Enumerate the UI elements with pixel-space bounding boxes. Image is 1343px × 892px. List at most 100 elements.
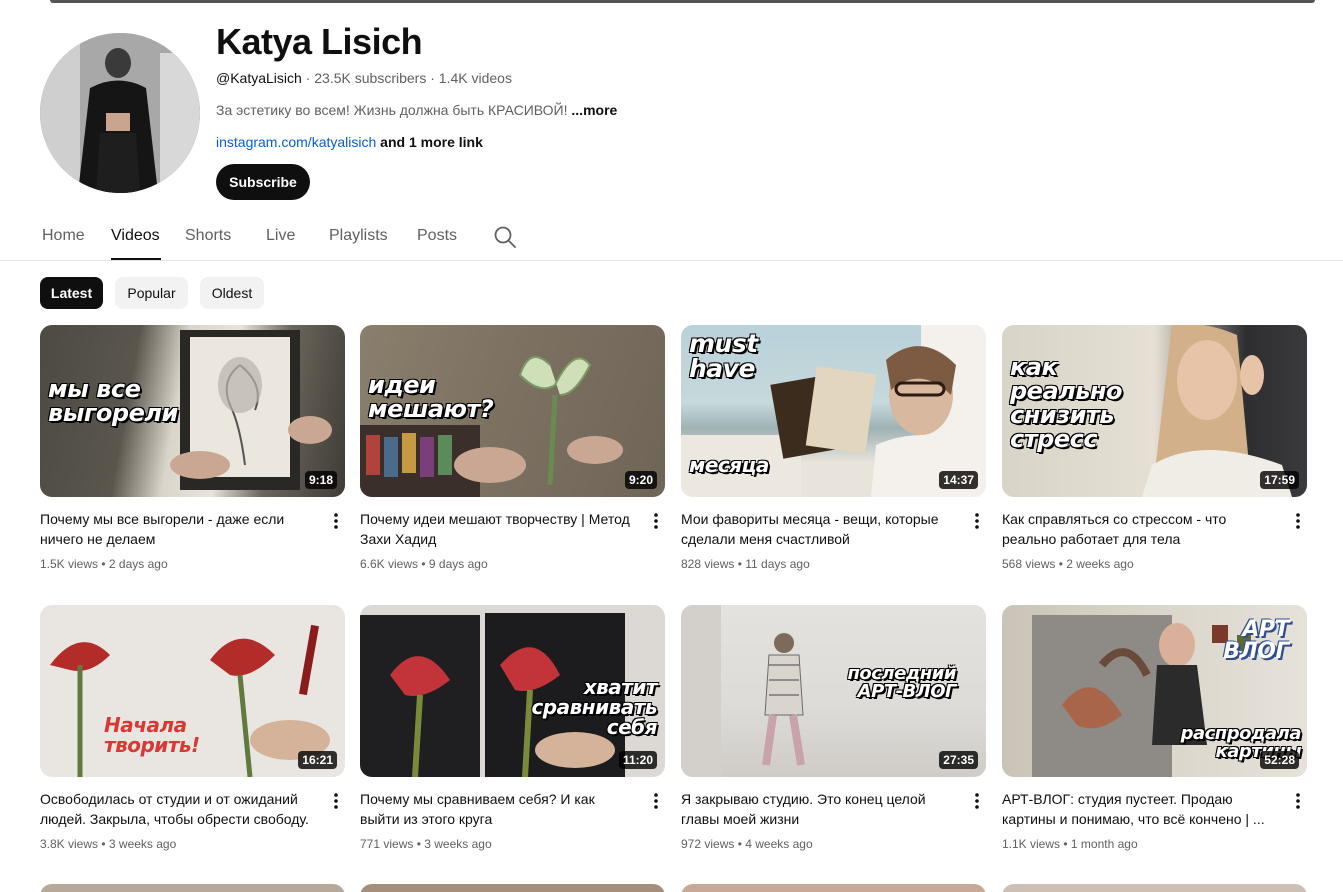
video-stats: 1.1K views • 1 month ago bbox=[1002, 837, 1138, 851]
video-card[interactable]: АРТ ВЛОГ распродала картины 52:28 АРТ-ВЛОГ… bbox=[1002, 605, 1307, 851]
thumbnail-text: идеи мешают? bbox=[368, 371, 494, 423]
chip-latest[interactable]: Latest bbox=[40, 277, 103, 309]
tab-shorts[interactable]: Shorts bbox=[185, 226, 231, 246]
view-count: 771 views bbox=[360, 837, 414, 851]
video-stats: 1.5K views • 2 days ago bbox=[40, 557, 168, 571]
upload-age: 9 days ago bbox=[428, 557, 488, 571]
video-thumbnail[interactable]: мы все выгорели 9:18 bbox=[40, 325, 345, 497]
video-card[interactable]: must have месяца 14:37 Мои фавориты месяц… bbox=[681, 325, 986, 571]
thumbnail-text: Начала творить! bbox=[104, 713, 200, 757]
video-title[interactable]: Почему идеи мешают творчеству | Метод За… bbox=[360, 509, 635, 549]
video-thumbnail[interactable]: АРТ ВЛОГ распродала картины 52:28 bbox=[1002, 605, 1307, 777]
video-title[interactable]: Мои фавориты месяца - вещи, которые сдел… bbox=[681, 509, 956, 549]
video-title[interactable]: АРТ-ВЛОГ: студия пустеет. Продаю картины… bbox=[1002, 789, 1277, 829]
thumbnail-text: мы все выгорели bbox=[48, 375, 178, 427]
upload-age: 3 weeks ago bbox=[108, 837, 177, 851]
video-duration: 9:18 bbox=[304, 471, 337, 489]
meta-separator: · bbox=[430, 70, 439, 86]
tab-home[interactable]: Home bbox=[42, 226, 85, 246]
video-card[interactable]: последний АРТ-ВЛОГ 27:35 Я закрываю студи… bbox=[681, 605, 986, 851]
thumbnail-text: must have bbox=[689, 329, 758, 383]
tab-playlists[interactable]: Playlists bbox=[329, 226, 388, 246]
more-options-icon[interactable] bbox=[646, 511, 666, 531]
video-thumbnail[interactable]: must have месяца 14:37 bbox=[681, 325, 986, 497]
video-title[interactable]: Почему мы все выгорели - даже если ничег… bbox=[40, 509, 315, 549]
channel-banner bbox=[50, 0, 1315, 3]
upload-age: 2 weeks ago bbox=[1066, 557, 1134, 571]
subscribe-button[interactable]: Subscribe bbox=[216, 164, 310, 200]
subscriber-count: 23.5K subscribers bbox=[314, 70, 427, 86]
video-thumbnail[interactable]: как реально снизить стресс 17:59 bbox=[1002, 325, 1307, 497]
channel-meta: @KatyaLisich · 23.5K subscribers · 1.4K … bbox=[216, 69, 512, 87]
chip-popular[interactable]: Popular bbox=[115, 277, 188, 309]
video-duration: 52:28 bbox=[1260, 751, 1299, 769]
channel-description[interactable]: За эстетику во всем! Жизнь должна быть К… bbox=[216, 101, 617, 119]
video-thumbnail-partial[interactable] bbox=[40, 884, 345, 892]
video-stats: 771 views • 3 weeks ago bbox=[360, 837, 492, 851]
channel-avatar[interactable] bbox=[40, 33, 200, 193]
video-thumbnail[interactable]: хватит сравнивать себя 11:20 bbox=[360, 605, 665, 777]
video-duration: 14:37 bbox=[939, 471, 978, 489]
description-more-link[interactable]: ...more bbox=[571, 102, 617, 118]
video-thumbnail[interactable]: идеи мешают? 9:20 bbox=[360, 325, 665, 497]
video-duration: 27:35 bbox=[939, 751, 978, 769]
view-count: 1.1K views bbox=[1002, 837, 1061, 851]
video-stats: 6.6K views • 9 days ago bbox=[360, 557, 488, 571]
active-tab-indicator bbox=[111, 258, 161, 260]
video-title[interactable]: Я закрываю студию. Это конец целой главы… bbox=[681, 789, 956, 829]
thumbnail-text: хватит сравнивать себя bbox=[531, 675, 657, 739]
channel-links: instagram.com/katyalisich and 1 more lin… bbox=[216, 133, 483, 151]
view-count: 3.8K views bbox=[40, 837, 99, 851]
video-card[interactable]: идеи мешают? 9:20 Почему идеи мешают твор… bbox=[360, 325, 665, 571]
video-title[interactable]: Почему мы сравниваем себя? И как выйти и… bbox=[360, 789, 635, 829]
more-options-icon[interactable] bbox=[1288, 511, 1308, 531]
search-icon[interactable] bbox=[493, 225, 517, 249]
view-count: 828 views bbox=[681, 557, 735, 571]
more-links-button[interactable]: and 1 more link bbox=[380, 134, 483, 150]
upload-age: 2 days ago bbox=[108, 557, 168, 571]
thumbnail-text: последний АРТ-ВЛОГ bbox=[847, 663, 956, 702]
view-count: 972 views bbox=[681, 837, 735, 851]
video-title[interactable]: Как справляться со стрессом - что реальн… bbox=[1002, 509, 1277, 549]
video-duration: 17:59 bbox=[1260, 471, 1299, 489]
view-count: 1.5K views bbox=[40, 557, 99, 571]
video-stats: 828 views • 11 days ago bbox=[681, 557, 810, 571]
video-card[interactable]: мы все выгорели 9:18 Почему мы все выгоре… bbox=[40, 325, 345, 571]
more-options-icon[interactable] bbox=[967, 511, 987, 531]
video-count: 1.4K videos bbox=[438, 70, 512, 86]
view-count: 568 views bbox=[1002, 557, 1056, 571]
channel-name: Katya Lisich bbox=[216, 21, 423, 62]
thumbnail-text: как реально снизить стресс bbox=[1010, 353, 1122, 453]
more-options-icon[interactable] bbox=[967, 791, 987, 811]
video-thumbnail-partial[interactable] bbox=[360, 884, 665, 892]
upload-age: 3 weeks ago bbox=[424, 837, 492, 851]
tab-videos[interactable]: Videos bbox=[111, 226, 160, 246]
video-thumbnail-partial[interactable] bbox=[681, 884, 986, 892]
thumbnail-text: АРТ ВЛОГ bbox=[1223, 617, 1289, 664]
upload-age: 4 weeks ago bbox=[745, 837, 813, 851]
video-duration: 11:20 bbox=[618, 751, 657, 769]
more-options-icon[interactable] bbox=[326, 791, 346, 811]
video-thumbnail[interactable]: Начала творить! 16:21 bbox=[40, 605, 345, 777]
video-thumbnail[interactable]: последний АРТ-ВЛОГ 27:35 bbox=[681, 605, 986, 777]
chip-oldest[interactable]: Oldest bbox=[200, 277, 264, 309]
channel-handle: @KatyaLisich bbox=[216, 70, 302, 86]
more-options-icon[interactable] bbox=[1288, 791, 1308, 811]
tab-live[interactable]: Live bbox=[266, 226, 295, 246]
video-stats: 568 views • 2 weeks ago bbox=[1002, 557, 1134, 571]
video-stats: 972 views • 4 weeks ago bbox=[681, 837, 813, 851]
more-options-icon[interactable] bbox=[646, 791, 666, 811]
video-duration: 9:20 bbox=[624, 471, 657, 489]
video-card[interactable]: Начала творить! 16:21 Освободилась от сту… bbox=[40, 605, 345, 851]
instagram-link[interactable]: instagram.com/katyalisich bbox=[216, 134, 376, 150]
video-card[interactable]: как реально снизить стресс 17:59 Как справл… bbox=[1002, 325, 1307, 571]
video-card[interactable]: хватит сравнивать себя 11:20 Почему мы сра… bbox=[360, 605, 665, 851]
video-thumbnail-partial[interactable] bbox=[1002, 884, 1307, 892]
description-text: За эстетику во всем! Жизнь должна быть К… bbox=[216, 102, 568, 118]
view-count: 6.6K views bbox=[360, 557, 419, 571]
meta-separator: · bbox=[305, 70, 315, 86]
video-duration: 16:21 bbox=[298, 751, 337, 769]
tab-posts[interactable]: Posts bbox=[417, 226, 457, 246]
video-title[interactable]: Освободилась от студии и от ожиданий люд… bbox=[40, 789, 315, 829]
more-options-icon[interactable] bbox=[326, 511, 346, 531]
